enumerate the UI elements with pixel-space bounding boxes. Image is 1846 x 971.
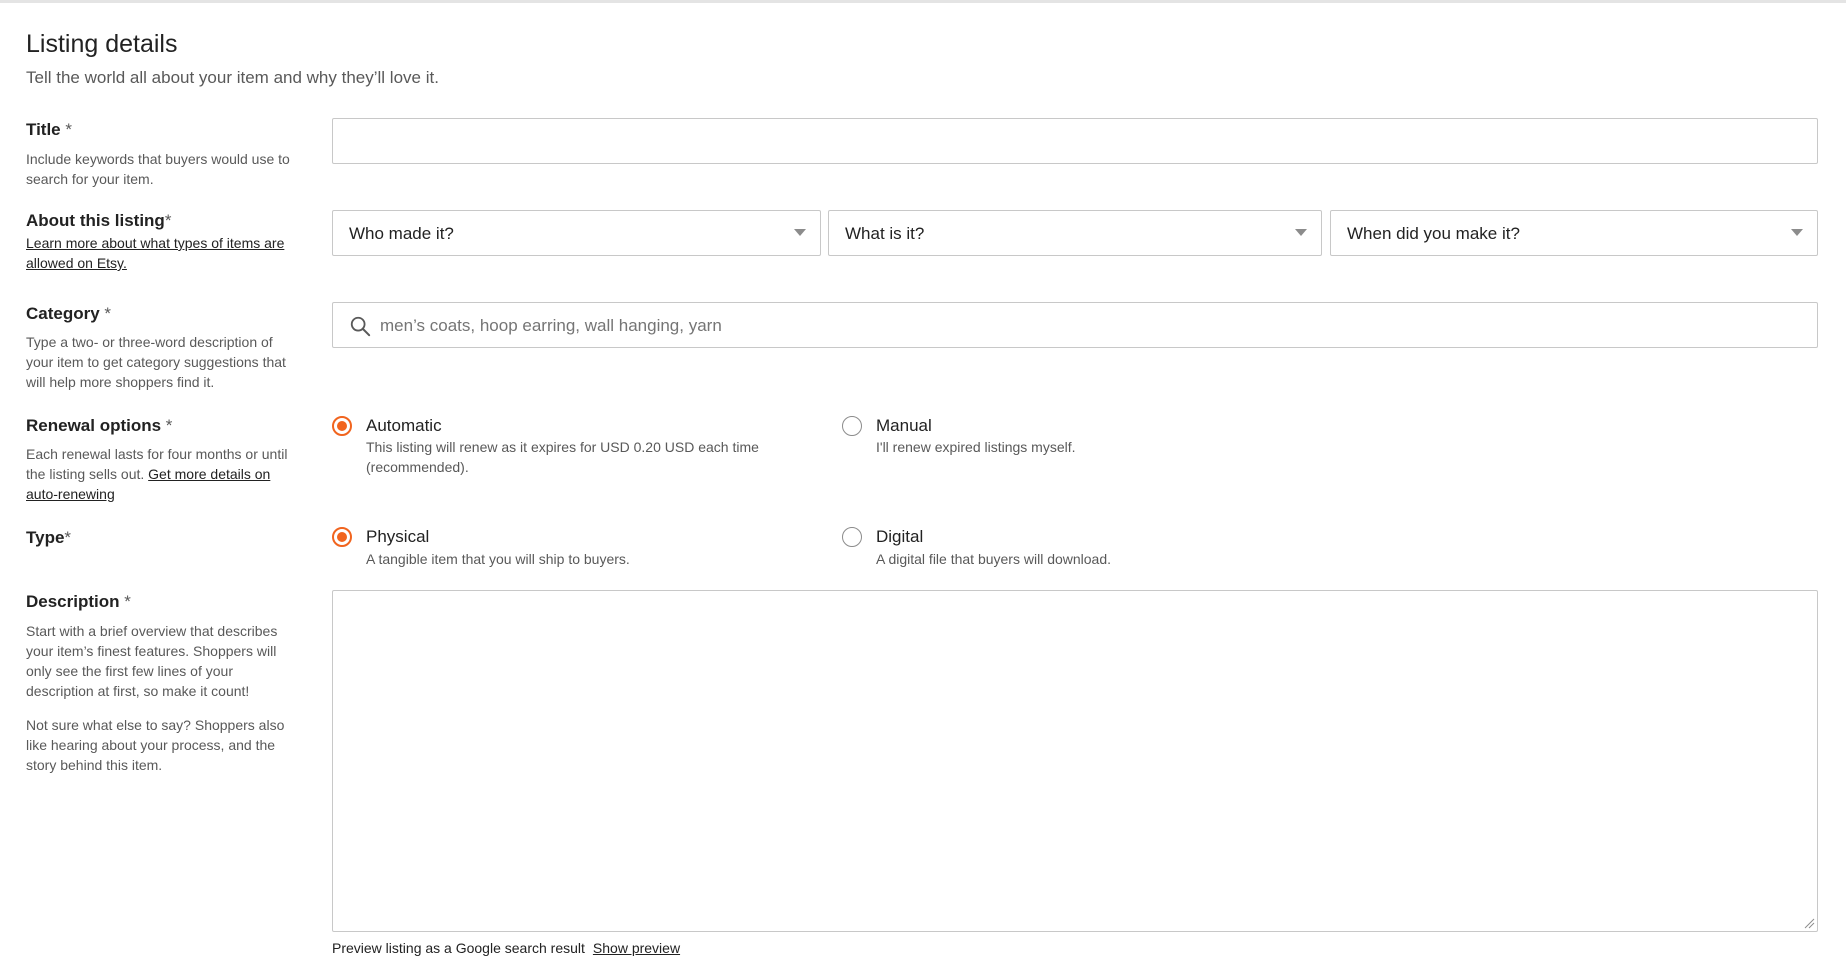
chevron-down-icon — [794, 229, 806, 236]
show-preview-link[interactable]: Show preview — [593, 940, 680, 956]
type-digital-radio[interactable] — [842, 527, 862, 547]
required-mark: * — [161, 416, 173, 435]
renewal-label: Renewal options * — [26, 416, 172, 436]
title-help: Include keywords that buyers would use t… — [26, 151, 290, 187]
type-physical-desc: A tangible item that you will ship to bu… — [366, 551, 630, 567]
required-mark: * — [119, 592, 131, 611]
description-help-1: Start with a brief overview that describ… — [26, 623, 278, 699]
page-title: Listing details — [26, 30, 178, 58]
title-label: Title * — [26, 120, 72, 140]
allowed-items-link[interactable]: Learn more about what types of items are… — [26, 235, 284, 271]
category-search-input[interactable]: men’s coats, hoop earring, wall hanging,… — [332, 302, 1818, 348]
resize-handle-icon[interactable] — [1803, 917, 1815, 929]
renewal-automatic-label[interactable]: Automatic — [366, 416, 442, 436]
required-mark: * — [99, 304, 112, 323]
category-help: Type a two- or three-word description of… — [26, 334, 286, 390]
about-label-text: About this listing — [26, 211, 165, 230]
type-digital-label[interactable]: Digital — [876, 527, 923, 547]
description-label-text: Description — [26, 592, 120, 611]
renewal-automatic-desc: This listing will renew as it expires fo… — [366, 439, 759, 475]
category-label-text: Category — [26, 304, 100, 323]
listing-details-form: Listing details Tell the world all about… — [0, 0, 1846, 971]
title-label-text: Title — [26, 120, 61, 139]
renewal-manual-radio[interactable] — [842, 416, 862, 436]
type-label: Type* — [26, 528, 71, 548]
type-label-text: Type — [26, 528, 65, 547]
about-label: About this listing* — [26, 211, 171, 231]
required-mark: * — [60, 120, 72, 139]
required-mark: * — [164, 211, 172, 230]
search-icon — [350, 316, 371, 337]
category-label: Category * — [26, 304, 111, 324]
who-made-it-value: Who made it? — [349, 224, 454, 243]
chevron-down-icon — [1295, 229, 1307, 236]
type-physical-radio[interactable] — [332, 527, 352, 547]
category-placeholder: men’s coats, hoop earring, wall hanging,… — [380, 316, 722, 335]
title-input[interactable] — [332, 118, 1818, 164]
preview-text: Preview listing as a Google search resul… — [332, 940, 585, 956]
when-made-select[interactable]: When did you make it? — [1330, 210, 1818, 256]
renewal-manual-label[interactable]: Manual — [876, 416, 932, 436]
type-physical-label[interactable]: Physical — [366, 527, 429, 547]
type-digital-desc: A digital file that buyers will download… — [876, 551, 1112, 567]
renewal-label-text: Renewal options — [26, 416, 162, 435]
required-mark: * — [64, 528, 72, 547]
description-textarea[interactable] — [332, 590, 1818, 932]
renewal-help: Each renewal lasts for four months or un… — [26, 444, 296, 504]
chevron-down-icon — [1791, 229, 1803, 236]
what-is-it-value: What is it? — [845, 224, 925, 243]
description-help-2: Not sure what else to say? Shoppers also… — [26, 717, 285, 773]
when-made-value: When did you make it? — [1347, 224, 1520, 243]
what-is-it-select[interactable]: What is it? — [828, 210, 1322, 256]
preview-row: Preview listing as a Google search resul… — [332, 940, 680, 956]
page-subtitle: Tell the world all about your item and w… — [26, 68, 439, 87]
description-label: Description * — [26, 592, 131, 612]
renewal-automatic-radio[interactable] — [332, 416, 352, 436]
renewal-manual-desc: I'll renew expired listings myself. — [876, 439, 1076, 455]
about-help: Learn more about what types of items are… — [26, 233, 296, 273]
who-made-it-select[interactable]: Who made it? — [332, 210, 821, 256]
